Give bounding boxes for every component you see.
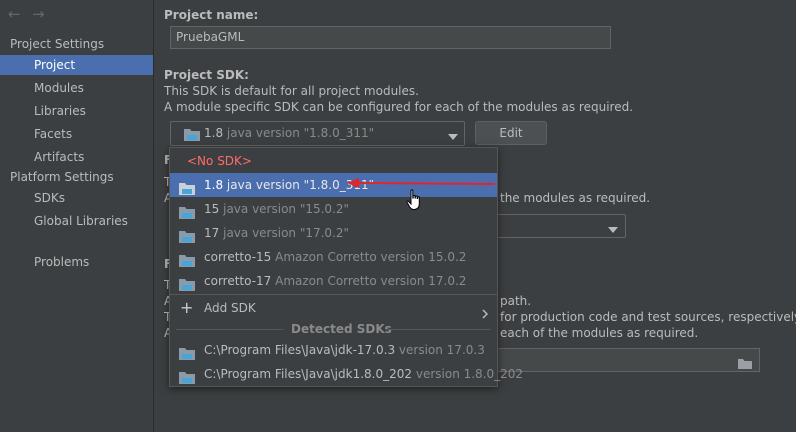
back-arrow-icon[interactable]: ← xyxy=(8,5,21,23)
compiler-output-description: each of the modules as required. xyxy=(500,326,699,340)
sdk-option-corretto-15[interactable]: corretto-15 Amazon Corretto version 15.0… xyxy=(170,245,497,269)
detected-sdk-jdk-17[interactable]: C:\Program Files\Java\jdk-17.0.3 version… xyxy=(170,338,497,362)
sdk-option-name: 17 xyxy=(204,226,220,240)
edit-sdk-button[interactable]: Edit xyxy=(475,121,547,145)
sdk-folder-icon xyxy=(184,128,200,144)
sidebar-item-label: Artifacts xyxy=(34,150,85,164)
sdk-option-corretto-17[interactable]: corretto-17 Amazon Corretto version 17.0… xyxy=(170,269,497,293)
sdk-folder-icon xyxy=(179,368,195,392)
sidebar-item-label: Libraries xyxy=(34,104,86,118)
sidebar-item-label: Modules xyxy=(34,81,84,95)
sdk-option-name: 1.8 xyxy=(204,178,224,192)
sdk-option-version: java version "15.0.2" xyxy=(223,202,350,216)
sidebar-item-modules[interactable]: Modules xyxy=(0,78,153,98)
sdk-description-2: A module specific SDK can be configured … xyxy=(164,100,634,114)
no-sdk-label: <No SDK> xyxy=(187,154,252,168)
sidebar-divider xyxy=(153,0,154,432)
detected-sdks-header: Detected SDKs xyxy=(170,320,497,338)
compiler-output-description: for production code and test sources, re… xyxy=(500,310,796,324)
sidebar-item-facets[interactable]: Facets xyxy=(0,124,153,144)
sidebar-item-artifacts[interactable]: Artifacts xyxy=(0,147,153,167)
sdk-option-17[interactable]: 17 java version "17.0.2" xyxy=(170,221,497,245)
sidebar-item-sdks[interactable]: SDKs xyxy=(0,188,153,208)
sdk-option-version: java version "17.0.2" xyxy=(223,226,350,240)
chevron-down-icon[interactable] xyxy=(448,130,458,144)
language-level-combobox[interactable] xyxy=(490,214,626,238)
sdk-description-1: This SDK is default for all project modu… xyxy=(164,84,419,98)
add-sdk-label: Add SDK xyxy=(204,301,256,315)
popup-separator xyxy=(170,294,497,295)
project-name-input[interactable]: PruebaGML xyxy=(170,26,611,49)
detected-sdk-version: version 17.0.3 xyxy=(398,343,485,357)
sdk-option-name: 15 xyxy=(204,202,220,216)
compiler-output-input[interactable] xyxy=(490,348,760,372)
sidebar-item-label: Global Libraries xyxy=(34,214,128,228)
language-level-description: the modules as required. xyxy=(500,191,651,205)
hand-cursor-icon xyxy=(406,189,420,210)
detected-sdk-jdk-1-8[interactable]: C:\Program Files\Java\jdk1.8.0_202 versi… xyxy=(170,362,523,386)
platform-settings-header: Platform Settings xyxy=(10,170,114,184)
detected-sdk-path: C:\Program Files\Java\jdk1.8.0_202 xyxy=(204,367,413,381)
project-sdk-combobox[interactable]: 1.8 java version "1.8.0_311" xyxy=(170,121,465,146)
sdk-option-version: Amazon Corretto version 17.0.2 xyxy=(275,274,467,288)
add-sdk-option[interactable]: + Add SDK xyxy=(170,296,497,320)
sidebar-item-project[interactable]: Project xyxy=(0,55,153,75)
annotation-arrow-icon xyxy=(347,178,496,188)
sdk-selected-version: java version "1.8.0_311" xyxy=(226,126,375,140)
sidebar-item-label: Problems xyxy=(34,255,90,269)
project-name-label: Project name: xyxy=(164,8,259,22)
detected-sdk-version: version 1.8.0_202 xyxy=(415,367,524,381)
detected-sdks-label: Detected SDKs xyxy=(291,322,392,336)
sidebar-item-global-libraries[interactable]: Global Libraries xyxy=(0,211,153,231)
sidebar-item-label: SDKs xyxy=(34,191,65,205)
project-sdk-label: Project SDK: xyxy=(164,68,249,82)
detected-sdk-path: C:\Program Files\Java\jdk-17.0.3 xyxy=(204,343,396,357)
sidebar-item-libraries[interactable]: Libraries xyxy=(0,101,153,121)
compiler-output-description: path. xyxy=(500,294,532,308)
forward-arrow-icon[interactable]: → xyxy=(32,5,45,23)
sidebar-item-label: Facets xyxy=(34,127,73,141)
no-sdk-option[interactable]: <No SDK> xyxy=(170,149,497,173)
plus-icon: + xyxy=(180,298,194,317)
sdk-selected-name: 1.8 xyxy=(204,126,224,140)
sdk-option-name: corretto-17 xyxy=(204,274,272,288)
sidebar-item-label: Project xyxy=(34,58,76,72)
project-settings-header: Project Settings xyxy=(10,37,105,51)
sdk-option-15[interactable]: 15 java version "15.0.2" xyxy=(170,197,497,221)
folder-browse-icon[interactable] xyxy=(738,355,752,375)
settings-sidebar: ← → Project Settings Project Modules Lib… xyxy=(0,0,153,432)
sdk-option-name: corretto-15 xyxy=(204,250,272,264)
sdk-option-version: Amazon Corretto version 15.0.2 xyxy=(275,250,467,264)
sidebar-item-problems[interactable]: Problems xyxy=(0,252,153,272)
chevron-down-icon[interactable] xyxy=(608,223,618,237)
